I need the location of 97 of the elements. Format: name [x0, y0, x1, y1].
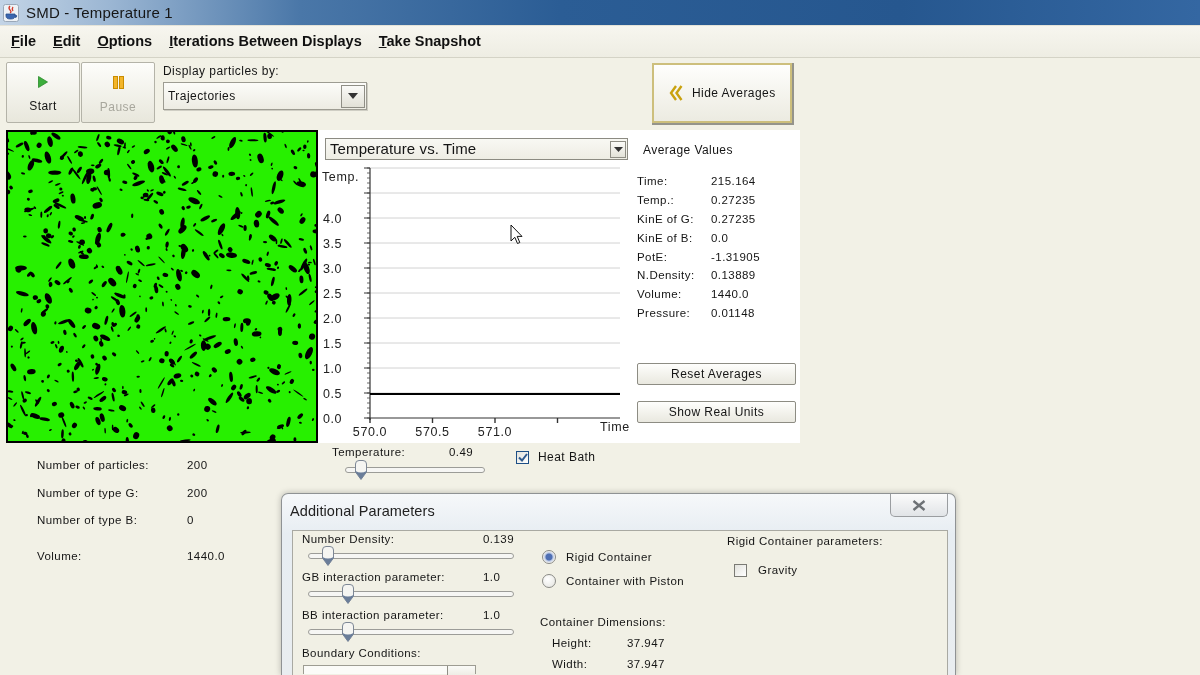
average-value: -1.31905 [711, 249, 761, 264]
dropdown-button[interactable] [341, 84, 365, 108]
tick-label: 570.0 [352, 425, 388, 439]
average-value: 215.164 [711, 174, 757, 189]
tick-label: 3.0 [323, 261, 343, 276]
checkmark-icon [517, 452, 528, 462]
average-label: KinE of G: [637, 212, 695, 226]
stat-value: 200 [187, 458, 208, 472]
slider-label: GB interaction parameter: [302, 570, 446, 584]
dropdown-button[interactable] [610, 140, 626, 158]
average-value: 0.0 [711, 230, 730, 245]
tick-label: 0.5 [323, 386, 343, 401]
dialog-title: Additional Parameters [289, 502, 435, 521]
temperature-slider[interactable] [345, 460, 485, 480]
menu-item[interactable]: Options [97, 33, 153, 50]
tick-label: 2.5 [323, 286, 343, 301]
slider-value: 1.0 [483, 608, 502, 622]
parameter-slider[interactable] [308, 546, 514, 566]
pause-icon [112, 76, 124, 89]
tick-label: 571.0 [477, 425, 513, 439]
play-icon [38, 76, 48, 88]
hide-averages-button[interactable]: Hide Averages [652, 63, 792, 123]
stat-value: 200 [187, 485, 208, 500]
average-label: N.Density: [637, 268, 696, 283]
radio-label: Rigid Container [566, 550, 652, 564]
axis-title: Time [600, 420, 630, 434]
tick-label: 4.0 [323, 211, 343, 226]
menu-item[interactable]: Take Snapshot [378, 33, 481, 50]
slider-thumb[interactable] [340, 584, 355, 604]
average-value: 0.13889 [711, 268, 757, 283]
radio-button[interactable] [542, 550, 556, 564]
tick-label: 3.5 [323, 236, 343, 251]
average-label: PotE: [637, 249, 669, 264]
tick-label: 570.5 [415, 425, 450, 439]
parameter-slider[interactable] [308, 584, 514, 604]
average-label: KinE of B: [637, 230, 694, 245]
slider-value: 0.49 [449, 445, 474, 459]
tick-label: 0.0 [323, 411, 343, 426]
heat-bath-checkbox[interactable] [516, 450, 529, 464]
average-label: Time: [637, 174, 669, 189]
field-label: Display particles by: [163, 64, 281, 78]
radio-label: Container with Piston [566, 574, 685, 588]
stat-label: Number of type B: [37, 513, 139, 527]
stat-label: Number of particles: [37, 458, 150, 472]
checkbox[interactable] [734, 563, 747, 577]
average-label: Volume: [637, 287, 683, 302]
checkbox-label: Heat Bath [538, 450, 596, 464]
stat-label: Number of type G: [37, 485, 140, 500]
slider-value: 1.0 [483, 570, 502, 584]
close-icon [912, 499, 926, 511]
average-value: 0.27235 [711, 193, 757, 208]
close-button[interactable] [890, 494, 948, 517]
slider-label: Number Density: [302, 532, 396, 546]
average-value: 0.01148 [711, 305, 756, 320]
stat-value: 1440.0 [187, 549, 225, 563]
caret-down-icon [348, 93, 358, 99]
axis-title: Temp. [322, 170, 360, 184]
dimension-value: 37.947 [627, 657, 665, 671]
slider-value: 0.139 [483, 532, 516, 546]
dimension-label: Height: [552, 636, 593, 650]
menu-item[interactable]: Iterations Between Displays [169, 33, 362, 50]
dimension-value: 37.947 [627, 636, 665, 650]
tick-label: 2.0 [323, 311, 343, 326]
window-title: SMD - Temperature 1 [26, 3, 173, 22]
slider-thumb[interactable] [340, 622, 355, 642]
slider-thumb[interactable] [353, 460, 368, 480]
average-value: 0.27235 [711, 212, 757, 226]
stat-label: Volume: [37, 549, 83, 563]
average-value: 1440.0 [711, 287, 750, 302]
section-title: Container Dimensions: [540, 615, 667, 629]
display-mode-dropdown[interactable]: Trajectories [163, 82, 367, 110]
slider-thumb[interactable] [321, 546, 336, 566]
average-label: Pressure: [637, 305, 692, 320]
start-button[interactable]: Start [6, 62, 80, 123]
caret-down-icon [613, 146, 623, 152]
coffee-cup-icon [3, 3, 19, 22]
show-real-units-button[interactable]: Show Real Units [637, 401, 796, 424]
radio-button[interactable] [542, 574, 556, 588]
stat-value: 0 [187, 513, 194, 527]
slider-label: Temperature: [332, 445, 407, 459]
menu-item[interactable]: File [11, 33, 36, 50]
field-label: Boundary Conditions: [302, 646, 422, 660]
parameter-slider[interactable] [308, 622, 514, 642]
tick-label: 1.5 [323, 336, 343, 351]
section-title: Average Values [642, 143, 734, 157]
double-chevron-left-icon [669, 84, 683, 102]
menu-item[interactable]: Edit [53, 33, 81, 50]
slider-label: BB interaction parameter: [302, 608, 445, 622]
checkbox-label: Gravity [758, 563, 798, 577]
tick-label: 1.0 [323, 361, 343, 376]
average-label: Temp.: [637, 193, 676, 208]
section-title: Rigid Container parameters: [727, 534, 883, 548]
boundary-conditions-dropdown[interactable] [303, 665, 476, 674]
cursor-icon [510, 224, 523, 245]
reset-averages-button[interactable]: Reset Averages [637, 363, 796, 386]
dimension-label: Width: [552, 657, 589, 671]
chart-type-dropdown[interactable]: Temperature vs. Time [325, 138, 628, 160]
